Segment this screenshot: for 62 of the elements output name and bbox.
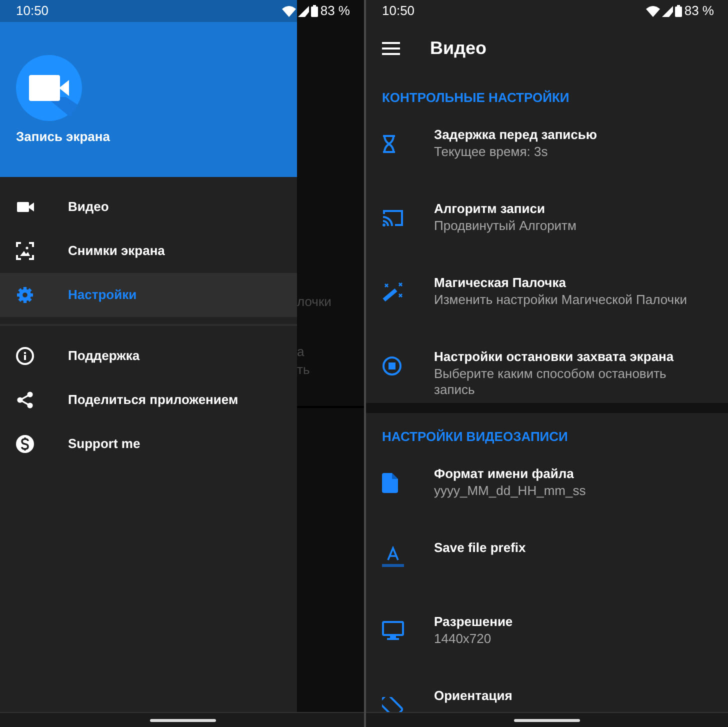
menu-button[interactable] (382, 42, 400, 54)
preference-title: Магическая Палочка (434, 274, 567, 292)
drawer-item[interactable]: Настройки (0, 273, 297, 317)
info-icon (16, 347, 34, 365)
file-icon (382, 473, 398, 493)
rotate-device-icon (382, 697, 404, 712)
preference-summary: yyyy_MM_dd_HH_mm_ss (434, 483, 586, 499)
hourglass-icon (382, 135, 396, 153)
preference-row[interactable]: Save file prefix (366, 520, 728, 594)
share-icon (16, 391, 34, 409)
app-name: Запись экрана (16, 128, 110, 146)
preference-row[interactable]: Настройки остановки захвата экрана Выберите каким способом остановить запись (366, 329, 728, 403)
wifi-icon (282, 6, 296, 16)
drawer-item[interactable]: Видео (0, 185, 297, 229)
battery-icon (311, 5, 318, 17)
dimmed-text: ть (297, 361, 310, 379)
preference-summary: Текущее время: 3s (434, 144, 549, 160)
preference-row[interactable]: Алгоритм записи Продвинутый Алгоритм (366, 181, 728, 255)
gesture-handle[interactable] (150, 718, 216, 722)
status-time: 10:50 (16, 2, 49, 20)
battery-icon (675, 5, 682, 17)
battery-percent: 83 % (320, 2, 350, 20)
preference-summary: 1440x720 (434, 631, 492, 647)
preference-title: Ориентация (434, 687, 512, 705)
cast-icon (382, 209, 404, 227)
status-time: 10:50 (382, 2, 415, 20)
preference-row[interactable]: Магическая Палочка Изменить настройки Магической Палочки (366, 255, 728, 329)
gear-icon (16, 286, 34, 304)
preference-summary: Выберите каким способом остановить запись (434, 366, 668, 398)
preference-summary: Продвинутый Алгоритм (434, 218, 576, 234)
dimmed-text: а (297, 343, 304, 361)
dollar-icon (16, 435, 34, 453)
monitor-icon (382, 621, 404, 641)
magic-wand-icon (382, 282, 404, 302)
wifi-icon (646, 6, 660, 16)
preference-title: Разрешение (434, 613, 513, 631)
drawer-item[interactable]: Поддержка (0, 334, 297, 378)
screen-title: Видео (430, 36, 486, 60)
signal-icon (662, 6, 674, 16)
drawer-item[interactable]: Снимки экрана (0, 229, 297, 273)
preference-row[interactable]: Разрешение 1440x720 (366, 594, 728, 668)
screenshot-icon (16, 242, 34, 260)
drawer-item[interactable]: Support me (0, 422, 297, 466)
preference-title: Save file prefix (434, 539, 526, 557)
section-header: КОНТРОЛЬНЫЕ НАСТРОЙКИ (381, 89, 570, 107)
preference-summary: Изменить настройки Магической Палочки (434, 292, 688, 308)
section-header: НАСТРОЙКИ ВИДЕОЗАПИСИ (381, 428, 569, 446)
signal-icon (298, 6, 310, 16)
gesture-handle[interactable] (514, 718, 580, 722)
preference-row[interactable]: Задержка перед записью Текущее время: 3s (366, 107, 728, 181)
preference-title: Задержка перед записью (434, 126, 597, 144)
app-logo-icon (16, 55, 82, 121)
preference-title: Формат имени файла (434, 465, 575, 483)
stop-circle-icon (382, 356, 402, 376)
preference-title: Алгоритм записи (434, 200, 546, 218)
preference-row[interactable]: Ориентация (366, 668, 728, 712)
drawer-item[interactable]: Поделиться приложением (0, 378, 297, 422)
battery-percent: 83 % (684, 2, 714, 20)
preference-title: Настройки остановки захвата экрана (434, 348, 675, 366)
dimmed-text: лочки (297, 293, 332, 311)
text-format-icon (382, 546, 404, 568)
preference-row[interactable]: Формат имени файла yyyy_MM_dd_HH_mm_ss (366, 446, 728, 520)
